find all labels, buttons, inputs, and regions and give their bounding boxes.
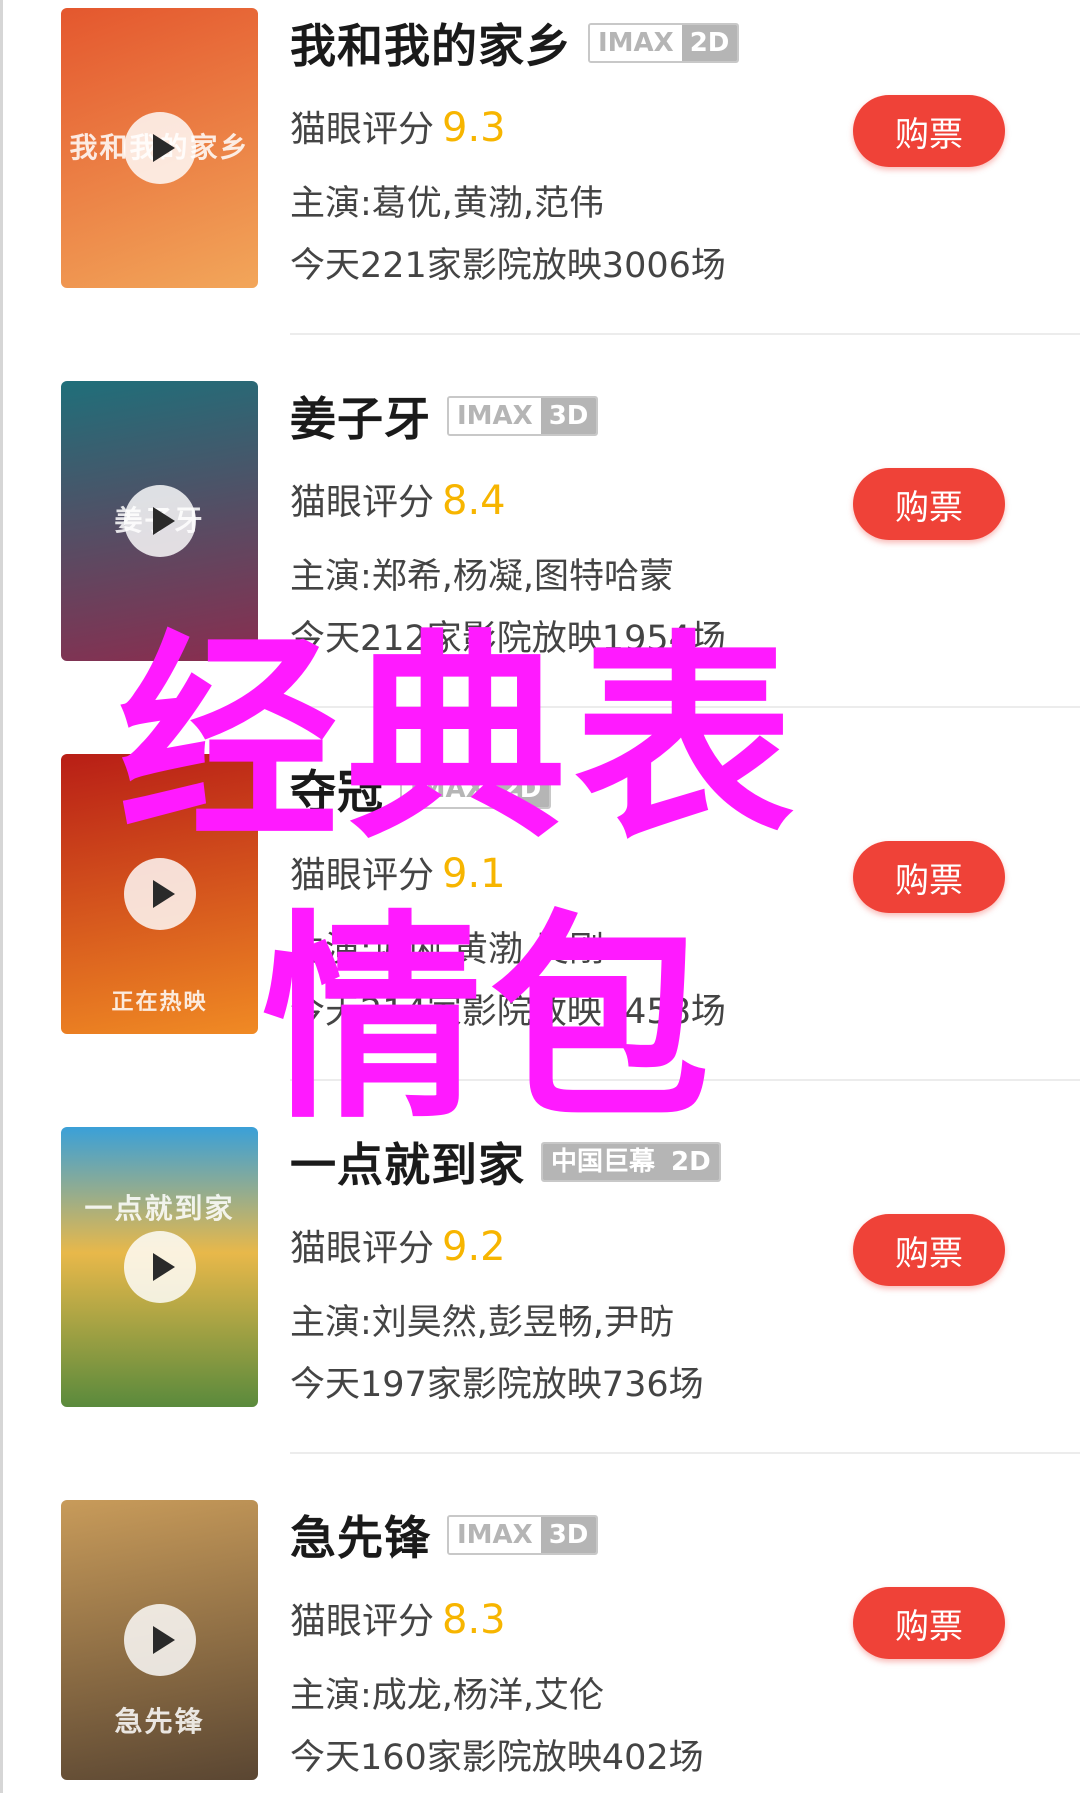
buy-ticket-button[interactable]: 购票 xyxy=(853,95,1005,167)
rating-label: 猫眼评分 xyxy=(290,482,435,523)
movie-item[interactable]: 姜子牙 姜子牙 IMAX 3D 猫眼评分8.4 主演:郑希,杨凝,图特哈蒙 今天… xyxy=(0,373,1080,661)
rating-label: 猫眼评分 xyxy=(290,1228,435,1269)
rating-score: 8.4 xyxy=(442,478,506,524)
cast-text: 主演:成龙,杨洋,艾伦 xyxy=(290,1676,605,1716)
buy-ticket-button[interactable]: 购票 xyxy=(853,468,1005,540)
poster-caption: 一点就到家 xyxy=(84,1192,235,1225)
movie-poster[interactable]: 姜子牙 xyxy=(61,381,258,661)
format-badge-type: IMAX xyxy=(590,25,682,61)
play-icon[interactable] xyxy=(123,112,196,184)
movie-title-row: 一点就到家 中国巨幕 2D xyxy=(290,1129,721,1195)
rating-label: 猫眼评分 xyxy=(290,109,435,150)
rating-score: 8.3 xyxy=(442,1597,506,1643)
buy-ticket-button[interactable]: 购票 xyxy=(853,1214,1005,1286)
rating: 猫眼评分 9.2 xyxy=(290,1219,506,1271)
poster-caption: 急先锋 xyxy=(114,1705,205,1738)
showtimes-text: 今天214家影院放映1458场 xyxy=(290,992,726,1032)
format-badge-dim: 2D xyxy=(663,1144,719,1180)
cast-text: 主演:巩俐,黄渤,吴刚 xyxy=(290,930,605,970)
format-badge: 中国巨幕 2D xyxy=(541,1142,721,1182)
row-divider xyxy=(290,333,1080,335)
movie-list-page: 我和我的家乡 我和我的家乡 IMAX 2D 猫眼评分9.3 主演:葛优,黄渤,范… xyxy=(0,0,1080,1793)
play-icon[interactable] xyxy=(123,1604,196,1676)
format-badge: IMAX 2D xyxy=(400,769,552,809)
rating: 猫眼评分 8.4 xyxy=(290,473,506,525)
play-icon[interactable] xyxy=(123,485,196,557)
movie-poster[interactable]: 一点就到家 xyxy=(61,1127,258,1407)
cast-text: 主演:郑希,杨凝,图特哈蒙 xyxy=(290,557,675,597)
movie-title-row: 姜子牙 IMAX 3D xyxy=(290,383,599,449)
format-badge: IMAX 3D xyxy=(447,1515,599,1555)
format-badge: IMAX 3D xyxy=(447,396,599,436)
showtimes-text: 今天221家影院放映3006场 xyxy=(290,246,726,286)
movie-title[interactable]: 我和我的家乡 xyxy=(290,10,572,76)
format-badge-dim: 2D xyxy=(493,771,550,807)
format-badge-type: IMAX xyxy=(402,771,494,807)
movie-title[interactable]: 姜子牙 xyxy=(290,383,431,449)
movie-title-row: 我和我的家乡 IMAX 2D xyxy=(290,10,740,76)
showtimes-text: 今天160家影院放映402场 xyxy=(290,1738,704,1778)
movie-title[interactable]: 夺冠 xyxy=(290,756,384,822)
movie-title-row: 夺冠 IMAX 2D xyxy=(290,756,552,822)
movie-item[interactable]: 正在热映 夺冠 IMAX 2D 猫眼评分 9.1 主演:巩俐,黄渤,吴刚 今天21… xyxy=(0,746,1080,1034)
rating: 猫眼评分 8.3 xyxy=(290,1592,506,1644)
format-badge-dim: 3D xyxy=(540,1517,597,1553)
poster-caption: 正在热映 xyxy=(111,989,208,1015)
rating: 猫眼评分 9.3 xyxy=(290,100,506,152)
movie-title[interactable]: 急先锋 xyxy=(290,1502,431,1568)
format-badge-type: 中国巨幕 xyxy=(543,1144,664,1180)
rating-score: 9.2 xyxy=(442,1224,506,1270)
rating-label: 猫眼评分 xyxy=(290,855,435,896)
showtimes-text: 今天197家影院放映736场 xyxy=(290,1365,704,1405)
rating-label: 猫眼评分 xyxy=(290,1601,435,1642)
movie-item[interactable]: 我和我的家乡 我和我的家乡 IMAX 2D 猫眼评分9.3 主演:葛优,黄渤,范… xyxy=(0,0,1080,288)
movie-title[interactable]: 一点就到家 xyxy=(290,1129,525,1195)
showtimes-text: 今天212家影院放映1954场 xyxy=(290,619,726,659)
cast-text: 主演:葛优,黄渤,范伟 xyxy=(290,184,605,224)
format-badge: IMAX 2D xyxy=(588,23,740,63)
format-badge-dim: 3D xyxy=(540,398,597,434)
buy-ticket-button[interactable]: 购票 xyxy=(853,1587,1005,1659)
buy-ticket-button[interactable]: 购票 xyxy=(853,841,1005,913)
format-badge-dim: 2D xyxy=(681,25,738,61)
play-icon[interactable] xyxy=(123,1231,196,1303)
movie-poster[interactable]: 正在热映 xyxy=(61,754,258,1034)
movie-item[interactable]: 急先锋 急先锋 IMAX 3D 猫眼评分 8.3 主演:成龙,杨洋,艾伦 今天16… xyxy=(0,1492,1080,1780)
row-divider xyxy=(290,706,1080,708)
format-badge-type: IMAX xyxy=(449,398,541,434)
format-badge-type: IMAX xyxy=(449,1517,541,1553)
row-divider xyxy=(290,1079,1080,1081)
rating-score: 9.1 xyxy=(442,851,506,897)
cast-text: 主演:刘昊然,彭昱畅,尹昉 xyxy=(290,1303,675,1343)
row-divider xyxy=(290,1452,1080,1454)
rating-score: 9.3 xyxy=(442,105,506,151)
movie-poster[interactable]: 急先锋 xyxy=(61,1500,258,1780)
movie-title-row: 急先锋 IMAX 3D xyxy=(290,1502,599,1568)
play-icon[interactable] xyxy=(123,858,196,930)
movie-item[interactable]: 一点就到家 一点就到家 中国巨幕 2D 猫眼评分 9.2 主演:刘昊然,彭昱畅,尹… xyxy=(0,1119,1080,1407)
movie-poster[interactable]: 我和我的家乡 xyxy=(61,8,258,288)
rating: 猫眼评分 9.1 xyxy=(290,846,506,898)
